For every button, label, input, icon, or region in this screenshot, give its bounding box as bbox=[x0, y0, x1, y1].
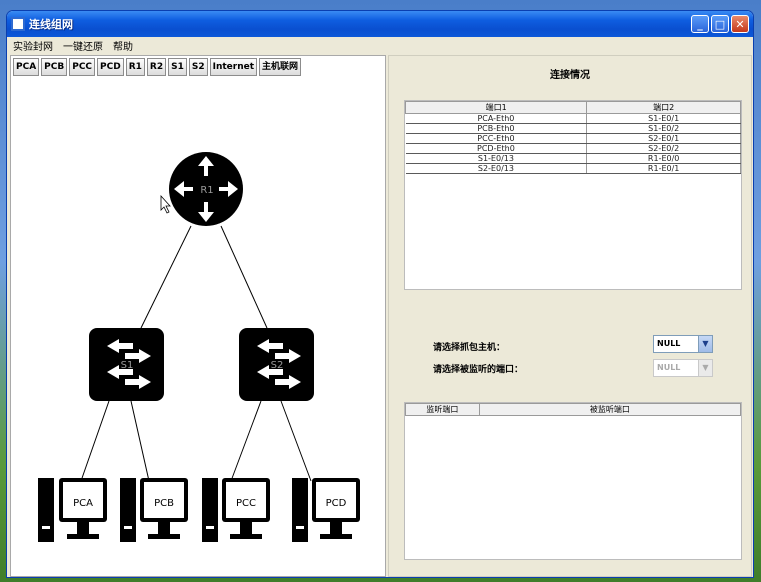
switch-s1[interactable]: S1 bbox=[89, 328, 164, 401]
pc-pca-label: PCA bbox=[73, 498, 93, 509]
column-header-port1[interactable]: 端口1 bbox=[404, 101, 588, 114]
capture-host-value: NULL bbox=[657, 339, 681, 348]
chevron-down-icon[interactable]: ▼ bbox=[698, 336, 712, 352]
table-cell: S1-E0/1 bbox=[586, 113, 741, 124]
pc-pcd[interactable]: PCD bbox=[292, 478, 360, 542]
table-cell: R1-E0/0 bbox=[586, 153, 741, 164]
menu-bar: 实验封网 一键还原 帮助 bbox=[7, 37, 753, 53]
switch-s1-label: S1 bbox=[121, 360, 134, 371]
router-label: R1 bbox=[200, 185, 213, 196]
tab-r2[interactable]: R2 bbox=[146, 58, 167, 76]
column-header-monitor-port[interactable]: 监听端口 bbox=[405, 403, 480, 416]
topology-panel: R1 S1 S2 PCA PCB PCC PCD PCA PCB PCC PCD… bbox=[10, 55, 386, 577]
capture-host-label: 请选择抓包主机： bbox=[433, 343, 506, 353]
monitor-table: 监听端口 被监听端口 bbox=[404, 402, 742, 560]
table-row[interactable]: PCD-Eth0 S2-E0/2 bbox=[405, 143, 741, 154]
minimize-button[interactable]: _ bbox=[691, 15, 709, 33]
table-cell: S2-E0/1 bbox=[586, 133, 741, 144]
chevron-down-icon: ▼ bbox=[698, 360, 712, 376]
table-cell: PCA-Eth0 bbox=[405, 113, 588, 124]
tab-r1[interactable]: R1 bbox=[125, 58, 145, 76]
menu-item-help[interactable]: 帮助 bbox=[113, 38, 133, 53]
table-cell: S2-E0/2 bbox=[586, 143, 741, 154]
column-header-monitored-port[interactable]: 被监听端口 bbox=[478, 403, 742, 416]
tab-pcc[interactable]: PCC bbox=[69, 58, 96, 76]
pc-pcc[interactable]: PCC bbox=[202, 478, 270, 542]
pc-pcc-label: PCC bbox=[236, 498, 256, 509]
tab-pcb[interactable]: PCB bbox=[41, 58, 68, 76]
table-row[interactable]: PCA-Eth0 S1-E0/1 bbox=[405, 113, 741, 124]
topology-diagram: R1 S1 S2 PCA PCB PCC PCD bbox=[38, 152, 360, 542]
tab-pca[interactable]: PCA bbox=[13, 58, 40, 76]
mouse-cursor-icon bbox=[160, 194, 171, 214]
capture-port-label: 请选择被监听的端口： bbox=[433, 365, 524, 375]
table-row[interactable]: PCB-Eth0 S1-E0/2 bbox=[405, 123, 741, 134]
pc-pcd-label: PCD bbox=[326, 498, 347, 509]
table-cell: PCD-Eth0 bbox=[405, 143, 588, 154]
title-bar: 连线组网 _ □ ✕ bbox=[7, 11, 753, 37]
connections-title: 连接情况 bbox=[550, 70, 590, 81]
pc-pca[interactable]: PCA bbox=[38, 478, 107, 542]
tab-host-network[interactable]: 主机联网 bbox=[259, 58, 302, 76]
tab-internet[interactable]: Internet bbox=[209, 58, 258, 76]
table-cell: S1-E0/13 bbox=[405, 153, 588, 164]
close-button[interactable]: ✕ bbox=[731, 15, 749, 33]
menu-item-reset[interactable]: 一键还原 bbox=[63, 38, 103, 53]
capture-host-select[interactable]: NULL ▼ bbox=[653, 335, 713, 353]
maximize-button[interactable]: □ bbox=[711, 15, 729, 33]
tab-s2[interactable]: S2 bbox=[188, 58, 208, 76]
capture-port-select: NULL ▼ bbox=[653, 359, 713, 377]
column-header-port2[interactable]: 端口2 bbox=[586, 101, 741, 114]
table-cell: S2-E0/13 bbox=[405, 163, 588, 174]
window-title: 连线组网 bbox=[29, 18, 73, 31]
info-panel: 连接情况 端口1 端口2 PCA-Eth0 S1-E0/1 PCB-Eth0 S1-… bbox=[388, 55, 752, 577]
app-window: 连线组网 _ □ ✕ 实验封网 一键还原 帮助 R1 S1 S2 PCA PCB… bbox=[6, 10, 754, 578]
table-row[interactable]: S1-E0/13 R1-E0/0 bbox=[405, 153, 741, 164]
tab-pcd[interactable]: PCD bbox=[97, 58, 124, 76]
tab-s1[interactable]: S1 bbox=[168, 58, 187, 76]
switch-s2[interactable]: S2 bbox=[239, 328, 314, 401]
switch-s2-label: S2 bbox=[271, 360, 284, 371]
app-icon bbox=[11, 17, 25, 31]
table-cell: S1-E0/2 bbox=[586, 123, 741, 134]
device-tabs: PCA PCB PCC PCD R1 R2 S1 S2 Internet 主机联… bbox=[13, 58, 303, 76]
table-row[interactable]: S2-E0/13 R1-E0/1 bbox=[405, 163, 741, 174]
pc-pcb-label: PCB bbox=[154, 498, 174, 509]
router-r1[interactable]: R1 bbox=[169, 152, 243, 226]
menu-item-lab-network[interactable]: 实验封网 bbox=[13, 38, 53, 53]
pc-pcb[interactable]: PCB bbox=[120, 478, 188, 542]
table-row[interactable]: PCC-Eth0 S2-E0/1 bbox=[405, 133, 741, 144]
table-cell: PCC-Eth0 bbox=[405, 133, 588, 144]
capture-port-value: NULL bbox=[657, 363, 681, 372]
table-cell: R1-E0/1 bbox=[586, 163, 741, 174]
table-cell: PCB-Eth0 bbox=[405, 123, 588, 134]
connections-table: 端口1 端口2 PCA-Eth0 S1-E0/1 PCB-Eth0 S1-E0/2 … bbox=[404, 100, 742, 290]
